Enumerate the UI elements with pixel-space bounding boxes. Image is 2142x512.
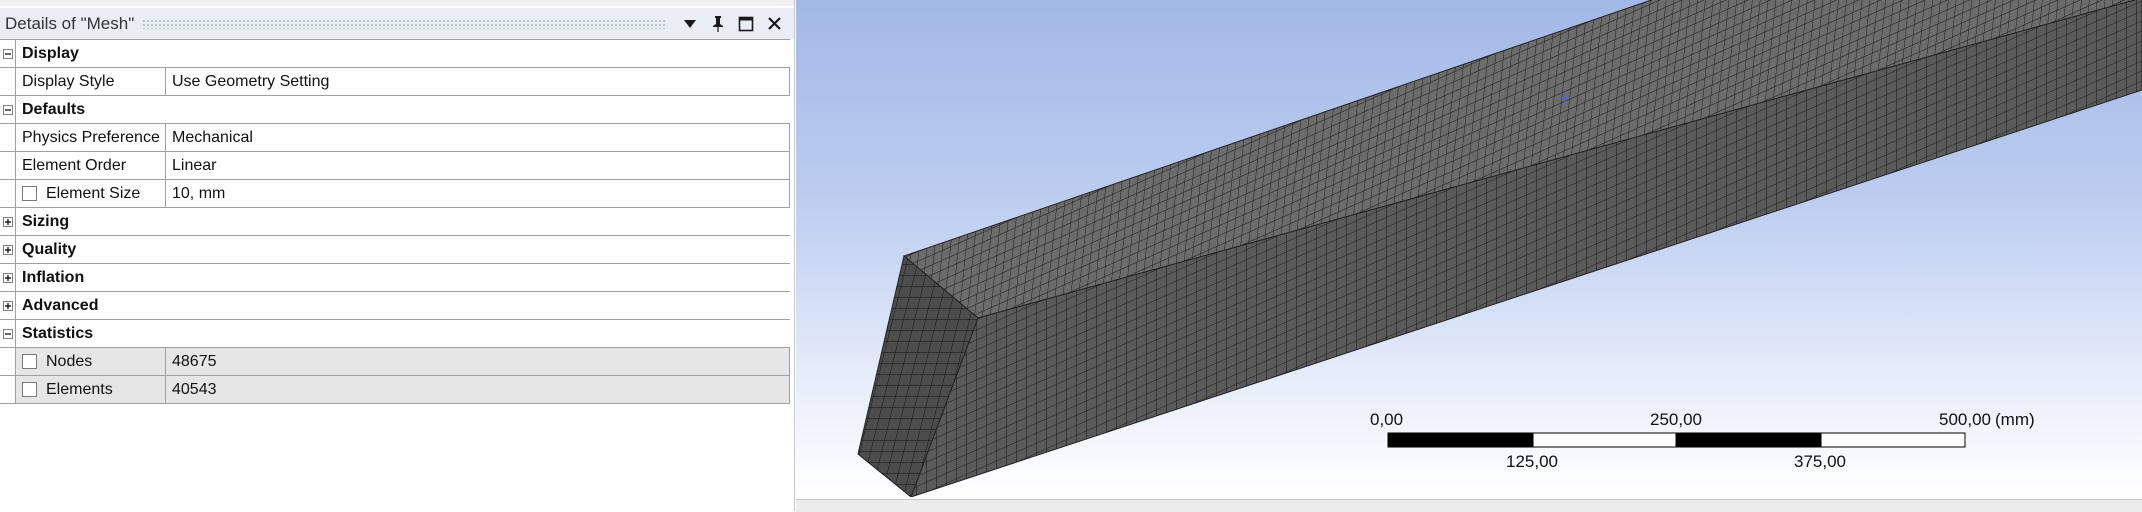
row-gutter <box>0 68 15 95</box>
row-gutter <box>0 124 15 151</box>
property-name-cell: Element Size <box>15 180 166 207</box>
panel-title: Details of "Mesh" <box>5 13 135 33</box>
property-row-display-style[interactable]: Display Style Use Geometry Setting <box>0 68 790 96</box>
property-name-cell: Physics Preference <box>15 124 166 151</box>
row-gutter <box>0 348 15 375</box>
category-row-statistics[interactable]: Statistics <box>0 320 790 348</box>
expand-icon[interactable] <box>2 244 13 255</box>
property-value: 40543 <box>166 376 790 403</box>
scale-label-375: 375,00 <box>1794 452 1846 471</box>
category-label: Sizing <box>15 208 790 235</box>
property-name: Physics Preference <box>22 128 160 146</box>
graphics-viewport[interactable]: 0,00 250,00 500,00 (mm) 125,00 375,00 <box>796 0 2142 497</box>
expander-gutter <box>0 320 15 347</box>
category-label: Display <box>15 40 790 67</box>
category-row-advanced[interactable]: Advanced <box>0 292 790 320</box>
row-gutter <box>0 180 15 207</box>
property-name: Elements <box>46 380 113 398</box>
category-row-defaults[interactable]: Defaults <box>0 96 790 124</box>
pin-icon[interactable] <box>708 14 728 34</box>
expander-gutter <box>0 264 15 291</box>
parameter-checkbox[interactable] <box>22 382 37 397</box>
collapse-icon[interactable] <box>2 104 13 115</box>
property-value[interactable]: Use Geometry Setting <box>166 68 790 95</box>
scale-label-0: 0,00 <box>1370 410 1404 429</box>
expander-gutter <box>0 40 15 67</box>
property-name: Nodes <box>46 352 93 370</box>
property-name-cell: Element Order <box>15 152 166 179</box>
drag-grip[interactable] <box>142 18 666 29</box>
scale-label-125: 125,00 <box>1506 452 1558 471</box>
category-label: Defaults <box>15 96 790 123</box>
collapse-icon[interactable] <box>2 48 13 59</box>
property-row-nodes[interactable]: Nodes 48675 <box>0 348 790 376</box>
property-row-physics-preference[interactable]: Physics Preference Mechanical <box>0 124 790 152</box>
property-name-cell: Nodes <box>15 348 166 375</box>
parameter-checkbox[interactable] <box>22 186 37 201</box>
scale-unit: (mm) <box>1995 410 2035 429</box>
dropdown-arrow-icon[interactable] <box>680 14 700 34</box>
category-row-sizing[interactable]: Sizing <box>0 208 790 236</box>
maximize-icon[interactable] <box>736 14 756 34</box>
property-name: Element Size <box>46 184 141 202</box>
details-grid: Display Display Style Use Geometry Setting… <box>0 39 790 404</box>
expander-gutter <box>0 96 15 123</box>
property-name: Element Order <box>22 156 127 174</box>
category-label: Statistics <box>15 320 790 347</box>
row-gutter <box>0 376 15 403</box>
property-name-cell: Elements <box>15 376 166 403</box>
expander-gutter <box>0 292 15 319</box>
property-value[interactable]: Mechanical <box>166 124 790 151</box>
close-icon[interactable] <box>764 14 784 34</box>
category-label: Quality <box>15 236 790 263</box>
category-label: Advanced <box>15 292 790 319</box>
property-name: Display Style <box>22 72 115 90</box>
expand-icon[interactable] <box>2 300 13 311</box>
expand-icon[interactable] <box>2 216 13 227</box>
category-row-display[interactable]: Display <box>0 39 790 68</box>
collapse-icon[interactable] <box>2 328 13 339</box>
panel-header: Details of "Mesh" <box>0 8 794 39</box>
property-value[interactable]: Linear <box>166 152 790 179</box>
category-row-inflation[interactable]: Inflation <box>0 264 790 292</box>
property-value[interactable]: 10, mm <box>166 180 790 207</box>
parameter-checkbox[interactable] <box>22 354 37 369</box>
panel-top-strip <box>0 0 794 6</box>
scale-bar <box>1387 432 1966 448</box>
property-value: 48675 <box>166 348 790 375</box>
scale-label-250: 250,00 <box>1650 410 1702 429</box>
property-row-element-size[interactable]: Element Size 10, mm <box>0 180 790 208</box>
category-label: Inflation <box>15 264 790 291</box>
row-gutter <box>0 152 15 179</box>
property-name-cell: Display Style <box>15 68 166 95</box>
details-panel: Details of "Mesh" Display Display Style Us… <box>0 0 795 511</box>
expander-gutter <box>0 236 15 263</box>
property-row-elements[interactable]: Elements 40543 <box>0 376 790 404</box>
viewport-status-strip <box>796 499 2142 512</box>
property-row-element-order[interactable]: Element Order Linear <box>0 152 790 180</box>
scale-label-500: 500,00 <box>1939 410 1991 429</box>
category-row-quality[interactable]: Quality <box>0 236 790 264</box>
expander-gutter <box>0 208 15 235</box>
expand-icon[interactable] <box>2 272 13 283</box>
